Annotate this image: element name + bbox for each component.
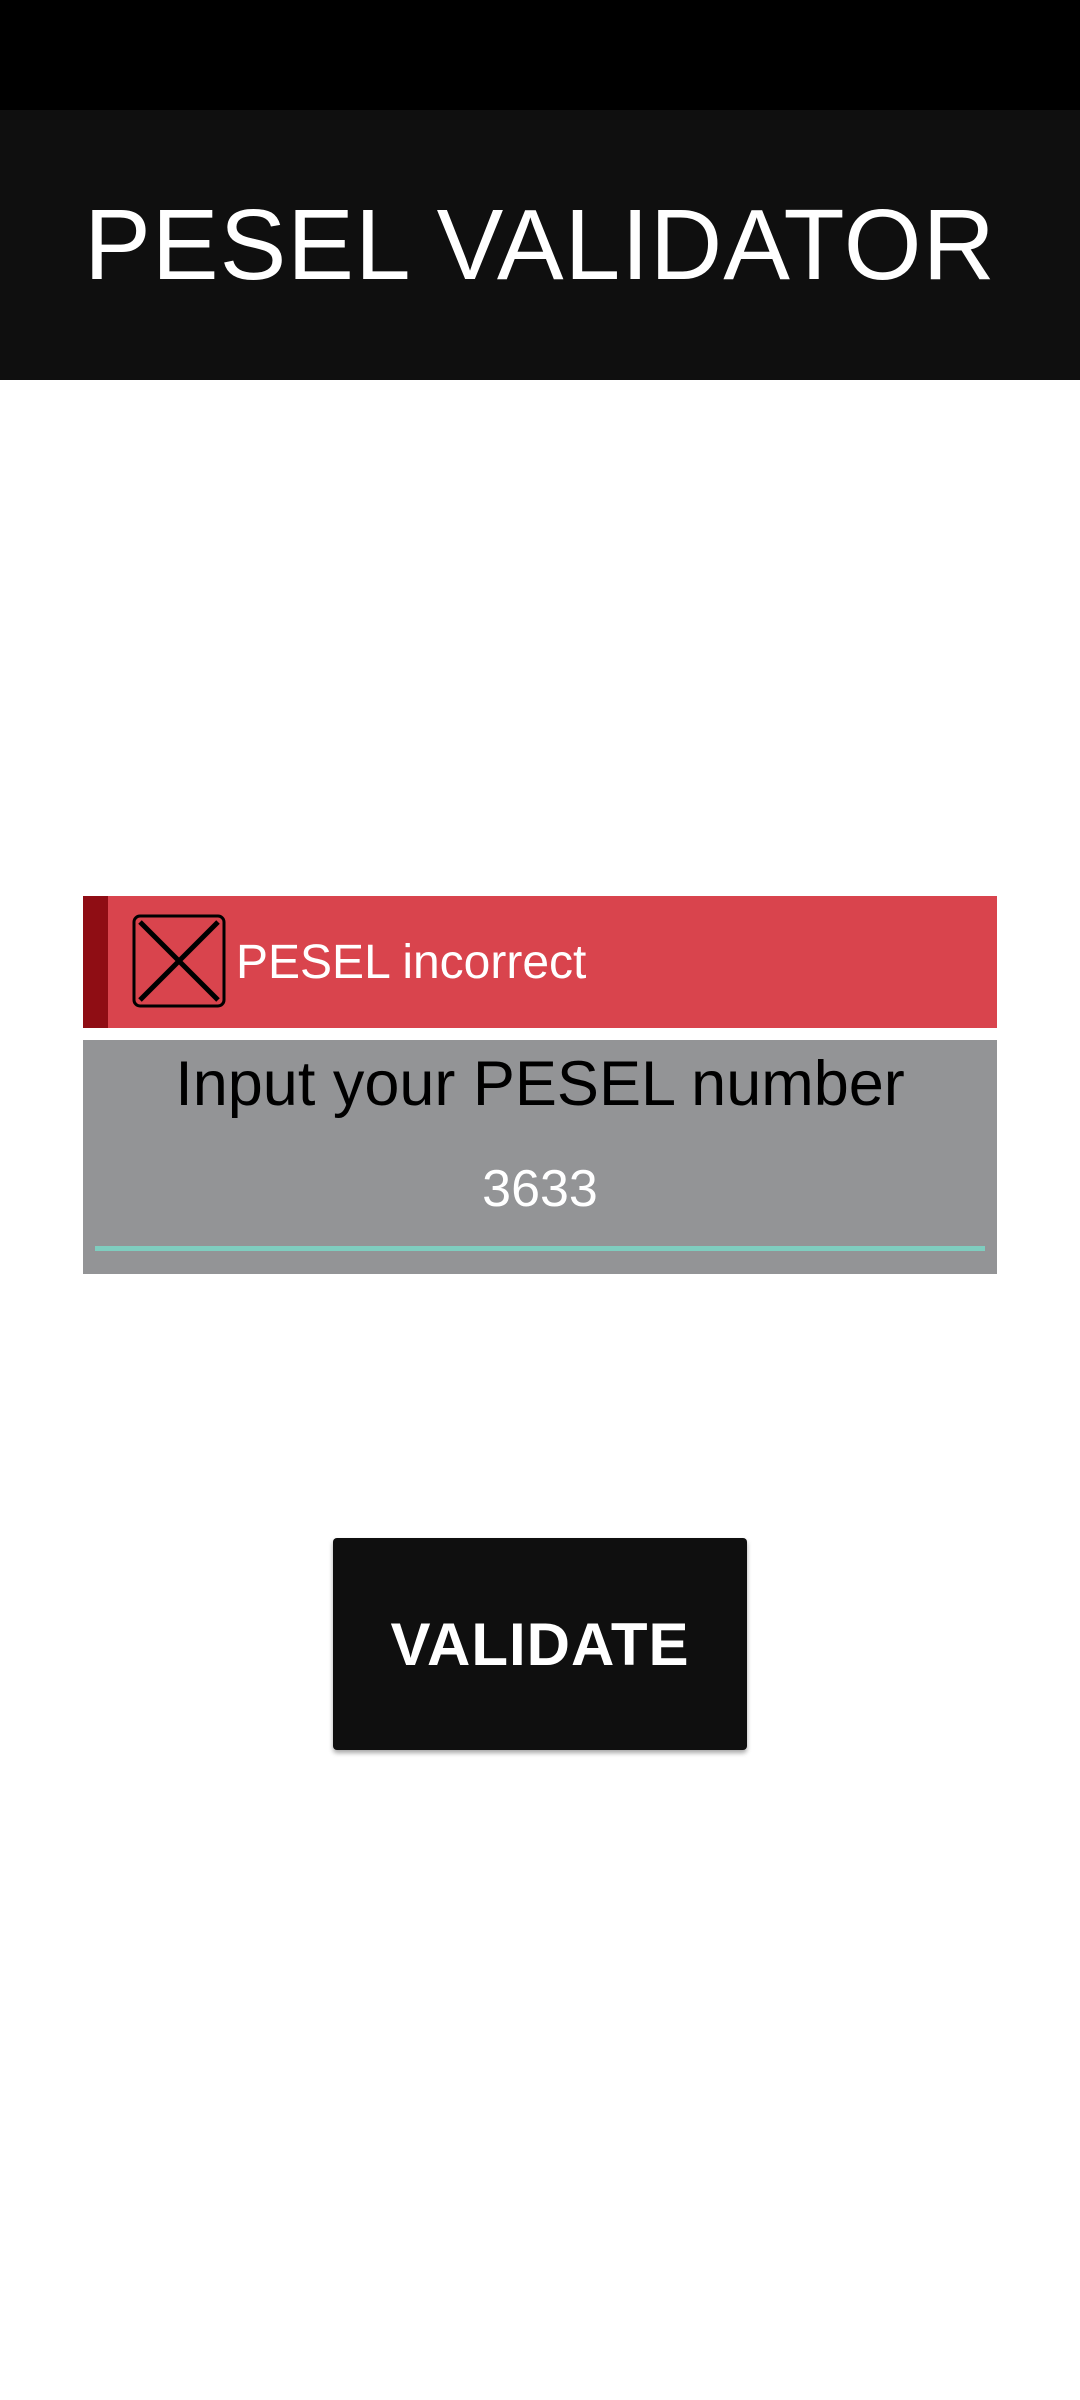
pesel-input-panel: Input your PESEL number (83, 1040, 997, 1274)
status-bar (0, 0, 1080, 110)
error-accent-bar (83, 896, 108, 1028)
validate-button[interactable]: VALIDATE (333, 1538, 747, 1750)
app-title: PESEL VALIDATOR (84, 189, 996, 301)
error-banner: PESEL incorrect (83, 896, 997, 1028)
input-label: Input your PESEL number (175, 1049, 905, 1119)
error-message: PESEL incorrect (236, 935, 587, 989)
app-bar: PESEL VALIDATOR (0, 110, 1080, 380)
input-underline (95, 1246, 985, 1251)
pesel-input[interactable] (95, 1144, 985, 1234)
close-box-icon (132, 914, 226, 1008)
